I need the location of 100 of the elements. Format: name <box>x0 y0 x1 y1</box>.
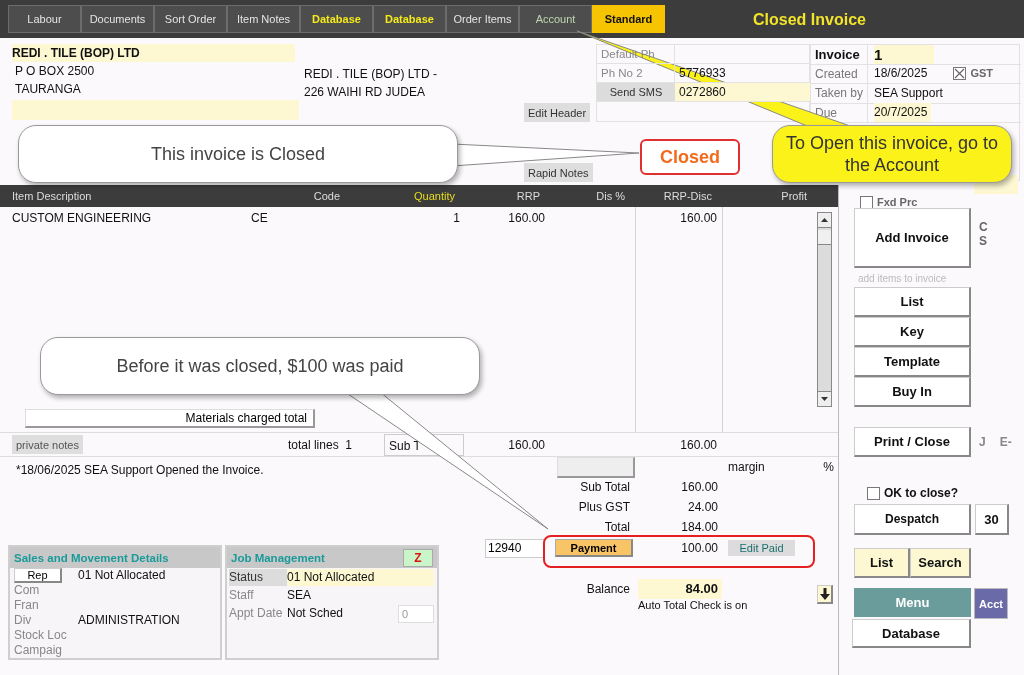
phone-value: 0272860 <box>675 83 811 102</box>
total-value: 24.00 <box>686 500 719 514</box>
reference-field[interactable]: 12940 <box>485 538 545 558</box>
item-button[interactable]: Template <box>854 347 971 377</box>
tab[interactable]: Labour <box>8 5 81 33</box>
print-close-button[interactable]: Print / Close <box>854 427 971 457</box>
callout: To Open this invoice, go to the Account <box>772 125 1012 183</box>
field-value: 1 <box>874 44 934 64</box>
checkbox-label: Fxd Prc <box>877 196 918 208</box>
scrollbar-thumb[interactable] <box>818 230 831 245</box>
item-button[interactable]: Key <box>854 317 971 347</box>
field-label: Fran <box>14 598 40 613</box>
materials-total-button[interactable]: Materials charged total <box>25 409 315 428</box>
field-label: Com <box>14 583 41 598</box>
auto-check-status: Auto Total Check is on <box>637 599 749 611</box>
column-header: Code <box>312 189 341 204</box>
field-value: SEA Support <box>874 84 944 102</box>
field-label: Taken by <box>811 84 868 104</box>
panel-title: Job Management <box>231 551 325 564</box>
send-sms-button[interactable]: Send SMS <box>597 83 675 102</box>
tab[interactable]: Order Items <box>446 5 519 33</box>
balance-value: 84.00 <box>638 579 722 599</box>
flag-letter: S <box>979 234 988 248</box>
field-label: Created <box>811 64 868 84</box>
callout: This invoice is Closed <box>18 125 458 183</box>
table-cell-text: CE <box>250 210 269 227</box>
site-address-line: REDI . TILE (BOP) LTD - <box>303 66 438 83</box>
account-button[interactable]: Acct <box>974 588 1008 619</box>
field-label: Appt Date <box>229 605 284 622</box>
tab[interactable]: Database <box>373 5 446 33</box>
checkbox-label: OK to close? <box>884 486 958 500</box>
database-button[interactable]: Database <box>852 619 971 648</box>
window-title: Closed Invoice <box>753 11 866 29</box>
rrp-total: 160.00 <box>507 437 546 452</box>
gst-label: GST <box>970 66 993 82</box>
margin-unit: % <box>822 460 835 474</box>
rapid-notes-button[interactable]: Rapid Notes <box>524 163 593 182</box>
total-label: Sub Total <box>579 480 631 494</box>
total-value: 160.00 <box>680 480 719 494</box>
field-label: Stock Loc <box>14 628 68 643</box>
field-value: SEA <box>287 587 311 604</box>
down-arrow-button[interactable] <box>817 585 833 604</box>
arrow-down-icon[interactable] <box>821 397 828 401</box>
hint-text: add items to invoice <box>858 273 948 284</box>
panel-title: Sales and Movement Details <box>14 551 169 564</box>
rep-button[interactable]: Rep <box>14 568 62 583</box>
flag-letter: J <box>979 435 986 449</box>
field-value: Not Sched <box>287 605 344 622</box>
site-address-line: 226 WAIHI RD JUDEA <box>303 84 426 101</box>
column-header: Item Description <box>11 189 93 204</box>
address-line: P O BOX 2500 <box>14 63 96 80</box>
flag-letter: C <box>979 220 988 234</box>
tab[interactable]: Sort Order <box>154 5 227 33</box>
column-header: Profit <box>780 189 808 204</box>
add-invoice-button[interactable]: Add Invoice <box>854 208 971 268</box>
field-label: Invoice <box>811 45 868 65</box>
history-note: *18/06/2025 SEA Support Opened the Invoice. <box>15 462 265 479</box>
edit-header-button[interactable]: Edit Header <box>524 103 591 122</box>
checkbox[interactable] <box>860 195 873 209</box>
paid-amount: 100.00 <box>680 541 719 555</box>
table-cell-text: 160.00 <box>679 210 718 227</box>
field-value: 01 Not Allocated <box>287 569 434 586</box>
checkbox[interactable] <box>953 67 967 81</box>
column-header: Dis % <box>595 189 626 204</box>
tab[interactable]: Account <box>519 5 592 33</box>
address-line: TAURANGA <box>14 81 82 98</box>
tab[interactable]: Database <box>300 5 373 33</box>
status-badge: Closed <box>640 139 740 175</box>
margin-label: margin <box>727 460 766 474</box>
arrow-up-icon[interactable] <box>821 218 828 222</box>
blank-button[interactable] <box>557 456 635 478</box>
despatch-button[interactable]: Despatch <box>854 504 971 535</box>
field-value: 01 Not Allocated <box>78 568 167 583</box>
scrollbar[interactable] <box>817 212 832 407</box>
list-button[interactable]: List <box>854 548 910 578</box>
item-button[interactable]: Buy In <box>854 377 971 407</box>
address-field[interactable] <box>12 100 299 120</box>
flag-letter: E- <box>999 435 1012 449</box>
field-label: Status <box>229 569 287 586</box>
tab[interactable]: Documents <box>81 5 154 33</box>
private-notes-button[interactable]: private notes <box>12 435 83 454</box>
field-value: 20/7/2025 <box>874 103 932 123</box>
item-button[interactable]: List <box>854 287 971 317</box>
column-header: RRP-Disc <box>662 189 713 204</box>
days-button[interactable]: 30 <box>975 504 1009 535</box>
tab[interactable]: Item Notes <box>227 5 300 33</box>
field-label: Staff <box>229 587 255 604</box>
payment-button[interactable]: Payment <box>555 539 633 557</box>
search-button[interactable]: Search <box>910 548 971 578</box>
total-label: Total <box>603 520 631 534</box>
field-value: ADMINISTRATION <box>78 613 181 628</box>
checkbox[interactable] <box>867 486 880 500</box>
table-cell-text: 1 <box>452 210 461 227</box>
table-cell-text: CUSTOM ENGINEERING <box>11 210 153 227</box>
tab[interactable]: Standard <box>592 5 665 33</box>
z-button[interactable]: Z <box>403 548 433 567</box>
balance-label: Balance <box>585 582 631 596</box>
column-header: Quantity <box>413 189 456 204</box>
edit-paid-button[interactable]: Edit Paid <box>728 540 795 556</box>
table-cell-text: 160.00 <box>507 210 546 227</box>
